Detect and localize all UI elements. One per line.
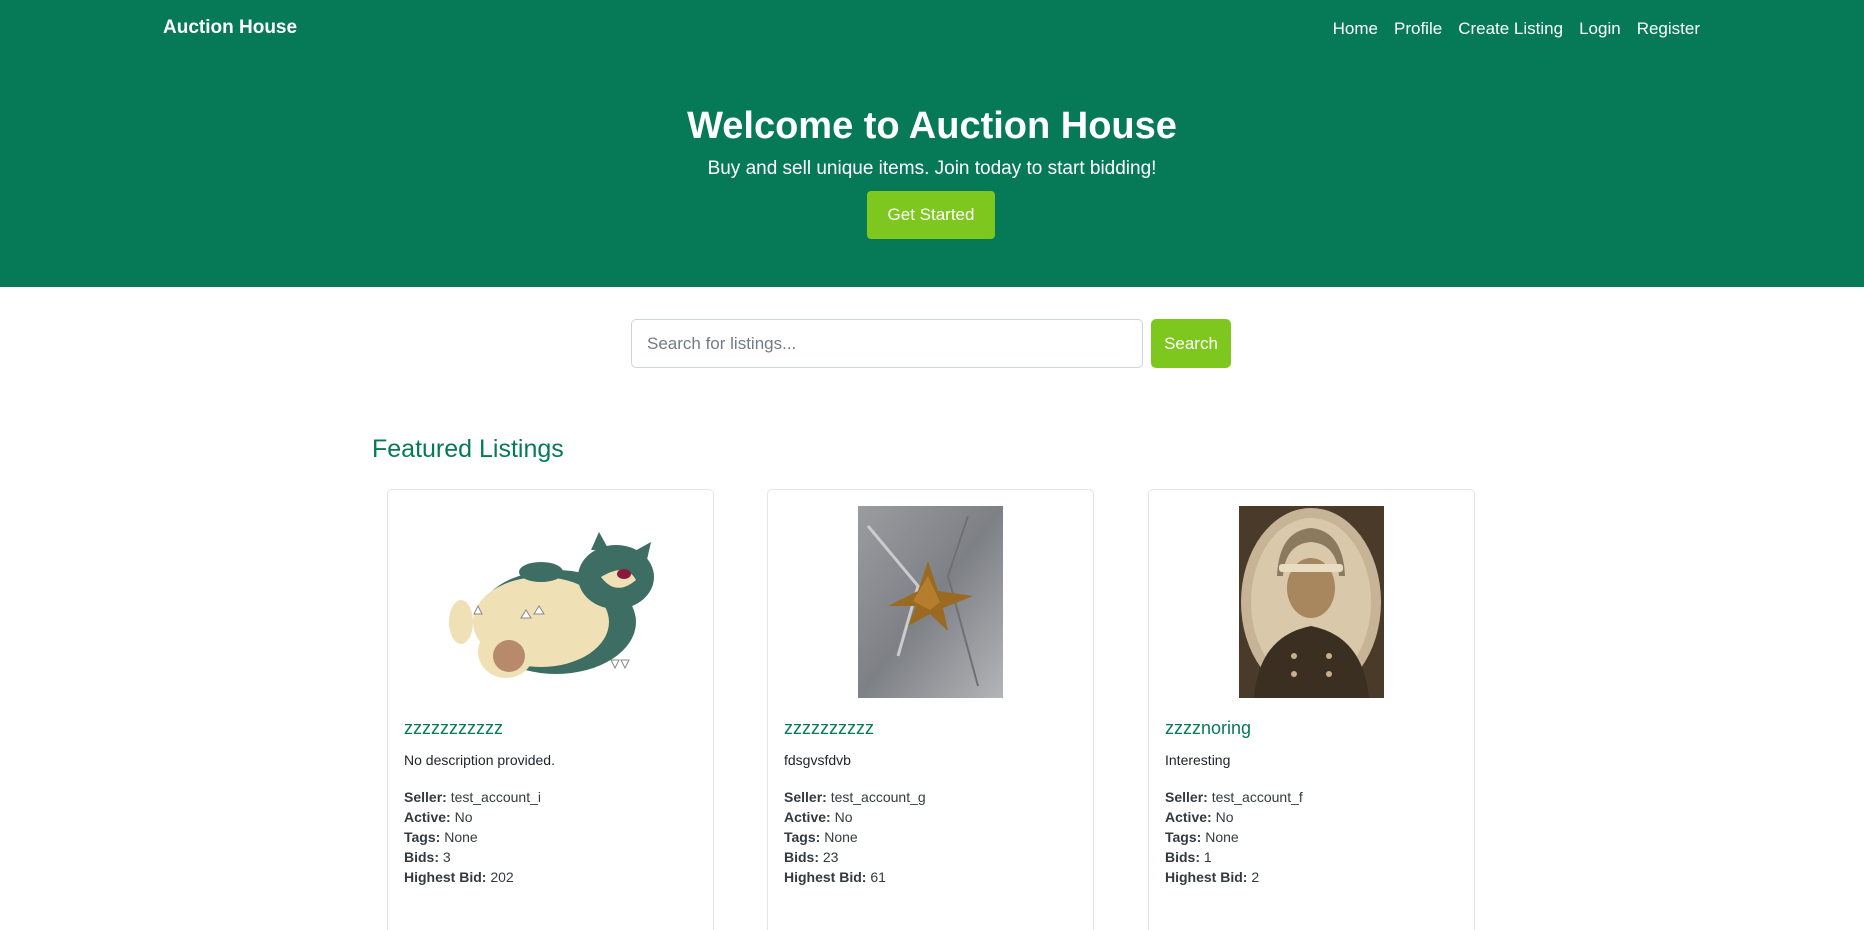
sleeping-creature-image (448, 532, 654, 678)
bids-label: Bids: (1165, 849, 1200, 865)
section-title: Featured Listings (372, 435, 564, 463)
search-input[interactable] (631, 319, 1143, 368)
highest-bid-row: Highest Bid: 61 (784, 867, 926, 887)
portrait-image (1239, 506, 1384, 698)
nav-create-listing[interactable]: Create Listing (1458, 19, 1563, 39)
bids-value: 23 (822, 849, 839, 865)
highest-bid-label: Highest Bid: (784, 869, 867, 885)
seller-label: Seller: (1165, 789, 1208, 805)
listing-title[interactable]: zzzznoring (1165, 718, 1251, 739)
marble-stain-image (858, 506, 1003, 698)
active-row: Active: No (784, 807, 926, 827)
seller-value: test_account_g (830, 789, 926, 805)
bids-value: 1 (1203, 849, 1212, 865)
listing-description: Interesting (1165, 752, 1231, 768)
search-button[interactable]: Search (1151, 319, 1231, 368)
listing-title[interactable]: zzzzzzzzzz (784, 718, 874, 739)
seller-value: test_account_i (450, 789, 541, 805)
listing-meta: Seller: test_account_f Active: No Tags: … (1165, 787, 1303, 887)
highest-bid-label: Highest Bid: (404, 869, 487, 885)
hero-subtitle: Buy and sell unique items. Join today to… (707, 158, 1157, 179)
active-label: Active: (404, 809, 451, 825)
listing-description: No description provided. (404, 752, 555, 768)
tags-row: Tags: None (1165, 827, 1303, 847)
listing-card[interactable]: zzzznoring Interesting Seller: test_acco… (1148, 489, 1475, 930)
nav-profile[interactable]: Profile (1394, 19, 1442, 39)
tags-label: Tags: (784, 829, 821, 845)
tags-row: Tags: None (404, 827, 541, 847)
bids-value: 3 (442, 849, 451, 865)
highest-bid-label: Highest Bid: (1165, 869, 1248, 885)
seller-row: Seller: test_account_f (1165, 787, 1303, 807)
tags-value: None (444, 829, 478, 845)
tags-value: None (1205, 829, 1239, 845)
seller-row: Seller: test_account_g (784, 787, 926, 807)
bids-row: Bids: 23 (784, 847, 926, 867)
listing-title[interactable]: zzzzzzzzzzz (404, 718, 503, 739)
active-value: No (834, 809, 853, 825)
nav-login[interactable]: Login (1579, 19, 1621, 39)
seller-label: Seller: (404, 789, 447, 805)
top-nav: Home Profile Create Listing Login Regist… (1333, 19, 1700, 39)
highest-bid-value: 61 (870, 869, 886, 885)
bids-row: Bids: 1 (1165, 847, 1303, 867)
listing-card[interactable]: zzzzzzzzzzz No description provided. Sel… (387, 489, 714, 930)
seller-row: Seller: test_account_i (404, 787, 541, 807)
listing-image[interactable] (388, 506, 713, 698)
listing-meta: Seller: test_account_i Active: No Tags: … (404, 787, 541, 887)
hero-title: Welcome to Auction House (687, 105, 1177, 147)
tags-value: None (824, 829, 858, 845)
tags-label: Tags: (404, 829, 441, 845)
highest-bid-row: Highest Bid: 202 (404, 867, 541, 887)
highest-bid-value: 2 (1251, 869, 1260, 885)
listing-image[interactable] (768, 506, 1093, 698)
nav-register[interactable]: Register (1637, 19, 1700, 39)
hero-banner: Auction House Home Profile Create Listin… (0, 0, 1864, 287)
active-label: Active: (784, 809, 831, 825)
get-started-button[interactable]: Get Started (867, 191, 995, 239)
listing-image[interactable] (1149, 506, 1474, 698)
bids-row: Bids: 3 (404, 847, 541, 867)
nav-home[interactable]: Home (1333, 19, 1378, 39)
brand-logo[interactable]: Auction House (163, 17, 297, 39)
bids-label: Bids: (784, 849, 819, 865)
active-row: Active: No (404, 807, 541, 827)
tags-row: Tags: None (784, 827, 926, 847)
highest-bid-row: Highest Bid: 2 (1165, 867, 1303, 887)
active-row: Active: No (1165, 807, 1303, 827)
seller-label: Seller: (784, 789, 827, 805)
seller-value: test_account_f (1211, 789, 1303, 805)
active-value: No (1215, 809, 1234, 825)
bids-label: Bids: (404, 849, 439, 865)
listing-card[interactable]: zzzzzzzzzz fdsgvsfdvb Seller: test_accou… (767, 489, 1094, 930)
active-value: No (454, 809, 473, 825)
highest-bid-value: 202 (490, 869, 514, 885)
listing-meta: Seller: test_account_g Active: No Tags: … (784, 787, 926, 887)
listing-description: fdsgvsfdvb (784, 752, 851, 768)
active-label: Active: (1165, 809, 1212, 825)
tags-label: Tags: (1165, 829, 1202, 845)
